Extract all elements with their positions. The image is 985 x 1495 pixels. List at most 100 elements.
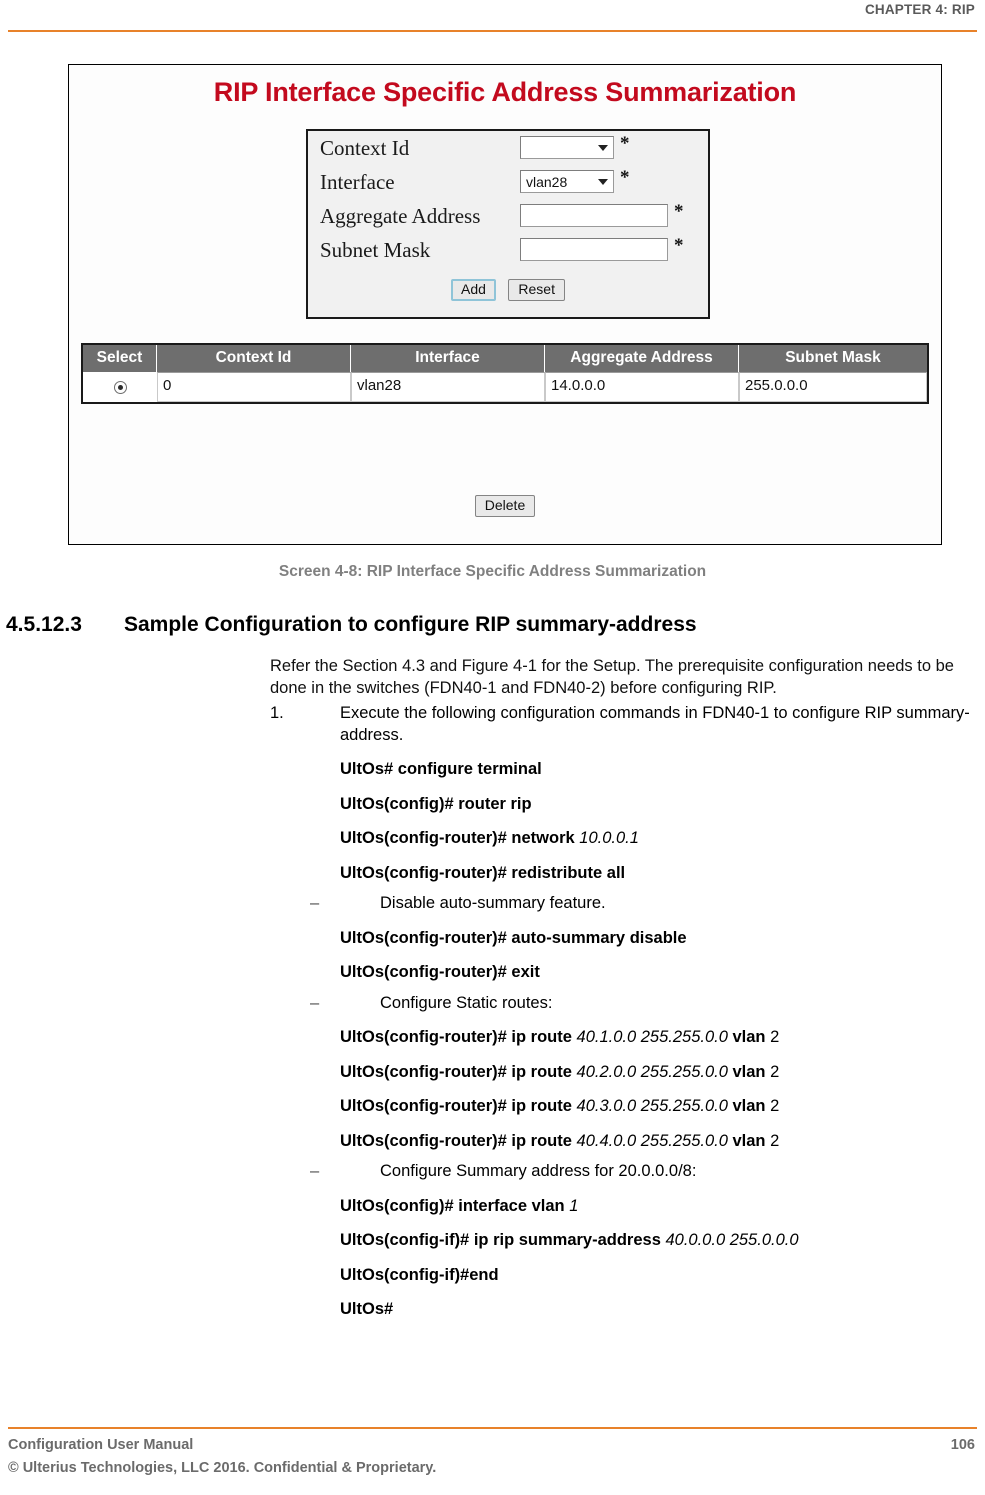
command-argument: 40.4.0.0 255.255.0.0 xyxy=(576,1131,728,1150)
command-prompt: UltOs(config-router)# ip route xyxy=(340,1028,572,1046)
command-keyword: vlan xyxy=(732,1131,766,1150)
command-prompt: UltOs(config)# router rip xyxy=(340,794,532,813)
dash-bullet-icon: – xyxy=(310,993,320,1012)
page-footer: Configuration User Manual © Ulterius Tec… xyxy=(0,1415,985,1495)
command-prompt: UltOs(config-if)#end xyxy=(340,1265,499,1284)
bullet-static-routes: – Configure Static routes: xyxy=(310,993,976,1015)
bullet-text: Configure Summary address for 20.0.0.0/8… xyxy=(380,1162,697,1180)
command-prompt: UltOs# xyxy=(340,1300,394,1318)
command-line-11: UltOs(config)# interface vlan 1 xyxy=(340,1196,976,1218)
cell-context-id: 0 xyxy=(157,372,351,402)
command-argument: 40.0.0.0 255.0.0.0 xyxy=(665,1231,799,1249)
page-number: 106 xyxy=(950,1437,975,1453)
header-divider xyxy=(8,30,977,32)
command-line-7: UltOs(config-router)# ip route 40.1.0.0 … xyxy=(340,1027,976,1049)
command-line-8: UltOs(config-router)# ip route 40.2.0.0 … xyxy=(340,1062,976,1084)
bullet-disable-auto-summary: – Disable auto-summary feature. xyxy=(310,893,976,915)
column-header-interface: Interface xyxy=(351,345,545,372)
command-line-14: UltOs# xyxy=(340,1299,976,1321)
command-keyword: vlan xyxy=(732,1097,766,1115)
command-keyword: vlan xyxy=(732,1028,766,1046)
section-number: 4.5.12.3 xyxy=(6,613,82,636)
delete-button-row: Delete xyxy=(69,495,941,517)
command-prompt: UltOs(config)# interface vlan xyxy=(340,1196,565,1215)
interface-required-asterisk: * xyxy=(620,167,630,188)
figure-screenshot: RIP Interface Specific Address Summariza… xyxy=(68,64,942,545)
chevron-down-icon xyxy=(598,144,608,151)
add-button[interactable]: Add xyxy=(451,279,496,301)
form-row-subnet-mask: Subnet Mask * xyxy=(308,233,708,267)
summarization-table: Select Context Id Interface Aggregate Ad… xyxy=(81,343,929,404)
cell-subnet-mask: 255.0.0.0 xyxy=(739,372,927,402)
command-argument: 10.0.0.1 xyxy=(579,829,639,847)
command-line-2: UltOs(config)# router rip xyxy=(340,794,976,816)
subnet-mask-required-asterisk: * xyxy=(674,235,684,256)
bullet-text: Configure Static routes: xyxy=(380,993,553,1012)
interface-select[interactable]: vlan28 xyxy=(520,170,614,193)
command-line-13: UltOs(config-if)#end xyxy=(340,1265,976,1287)
form-row-aggregate-address: Aggregate Address * xyxy=(308,199,708,233)
command-prompt: UltOs(config-router)# ip route xyxy=(340,1131,572,1150)
footer-manual-title: Configuration User Manual xyxy=(8,1437,194,1453)
command-value: 2 xyxy=(770,1062,780,1081)
intro-paragraph: Refer the Section 4.3 and Figure 4-1 for… xyxy=(270,657,954,697)
command-prompt: UltOs(config-if)# ip rip summary-address xyxy=(340,1231,661,1249)
command-line-5: UltOs(config-router)# auto-summary disab… xyxy=(340,928,976,950)
interface-value: vlan28 xyxy=(526,173,568,190)
command-prompt: UltOs# configure terminal xyxy=(340,760,542,778)
bullet-summary-address: – Configure Summary address for 20.0.0.0… xyxy=(310,1161,976,1183)
footer-copyright: © Ulterius Technologies, LLC 2016. Confi… xyxy=(8,1460,437,1476)
command-value: 2 xyxy=(770,1028,780,1046)
step-text: Execute the following configuration comm… xyxy=(340,704,970,744)
chapter-title: CHAPTER 4: RIP xyxy=(864,2,975,17)
form-row-context-id: Context Id * xyxy=(308,131,708,165)
form-row-interface: Interface vlan28 * xyxy=(308,165,708,199)
dash-bullet-icon: – xyxy=(310,894,320,912)
section-heading: 4.5.12.3 Sample Configuration to configur… xyxy=(6,613,966,637)
command-prompt: UltOs(config-router)# exit xyxy=(340,963,540,981)
command-prompt: UltOs(config-router)# ip route xyxy=(340,1097,572,1115)
context-id-label: Context Id xyxy=(320,136,410,160)
command-argument: 40.2.0.0 255.255.0.0 xyxy=(576,1062,728,1081)
command-line-3: UltOs(config-router)# network 10.0.0.1 xyxy=(340,828,976,850)
footer-divider xyxy=(8,1427,977,1429)
command-prompt: UltOs(config-router)# network xyxy=(340,829,575,847)
command-prompt: UltOs(config-router)# ip route xyxy=(340,1062,572,1081)
body-content: Refer the Section 4.3 and Figure 4-1 for… xyxy=(270,656,976,1321)
column-header-subnet-mask: Subnet Mask xyxy=(739,345,927,372)
address-summarization-form: Context Id * Interface vlan28 * Aggregat… xyxy=(306,129,710,319)
numbered-step-1: 1. Execute the following configuration c… xyxy=(270,703,976,746)
command-line-9: UltOs(config-router)# ip route 40.3.0.0 … xyxy=(340,1096,976,1118)
subnet-mask-label: Subnet Mask xyxy=(320,238,431,262)
command-argument: 40.3.0.0 255.255.0.0 xyxy=(576,1097,728,1115)
aggregate-address-label: Aggregate Address xyxy=(320,204,481,228)
command-line-6: UltOs(config-router)# exit xyxy=(340,962,976,984)
context-id-required-asterisk: * xyxy=(620,133,630,154)
aggregate-address-input[interactable] xyxy=(520,204,668,227)
interface-label: Interface xyxy=(320,170,395,194)
command-value: 2 xyxy=(770,1097,780,1115)
column-header-aggregate-address: Aggregate Address xyxy=(545,345,739,372)
figure-heading: RIP Interface Specific Address Summariza… xyxy=(213,77,797,107)
radio-button-icon[interactable] xyxy=(113,380,127,394)
cell-interface: vlan28 xyxy=(351,372,545,402)
command-prompt: UltOs(config-router)# redistribute all xyxy=(340,863,626,882)
command-prompt: UltOs(config-router)# auto-summary disab… xyxy=(340,928,687,947)
bullet-text: Disable auto-summary feature. xyxy=(380,894,606,912)
command-line-12: UltOs(config-if)# ip rip summary-address… xyxy=(340,1230,976,1252)
page-header: CHAPTER 4: RIP xyxy=(0,0,985,36)
command-line-10: UltOs(config-router)# ip route 40.4.0.0 … xyxy=(340,1131,976,1153)
dash-bullet-icon: – xyxy=(310,1162,320,1180)
cell-aggregate-address: 14.0.0.0 xyxy=(545,372,739,402)
section-title: Sample Configuration to configure RIP su… xyxy=(124,613,697,636)
delete-button[interactable]: Delete xyxy=(474,495,536,517)
row-select-radio[interactable] xyxy=(83,372,157,402)
subnet-mask-input[interactable] xyxy=(520,238,668,261)
command-keyword: vlan xyxy=(732,1062,766,1081)
table-row: 0 vlan28 14.0.0.0 255.0.0.0 xyxy=(83,372,927,402)
form-button-row: Add Reset xyxy=(308,279,708,301)
command-line-4: UltOs(config-router)# redistribute all xyxy=(340,863,976,885)
context-id-select[interactable] xyxy=(520,136,614,159)
command-line-1: UltOs# configure terminal xyxy=(340,759,976,781)
reset-button[interactable]: Reset xyxy=(508,279,565,301)
